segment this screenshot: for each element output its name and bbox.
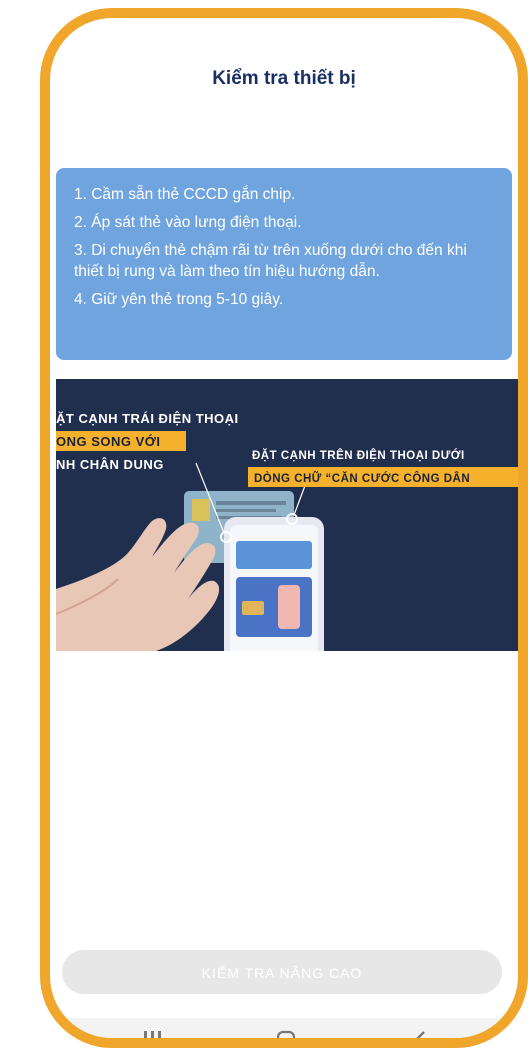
phone-frame: Kiểm tra thiết bị 1. Cầm sẵn thẻ CCCD gắ… — [40, 8, 528, 1048]
system-nav-bar — [50, 1018, 518, 1038]
instruction-step-4: 4. Giữ yên thẻ trong 5-10 giây. — [74, 291, 284, 308]
instruction-video[interactable]: ẶT CẠNH TRÁI ĐIỆN THOẠI ONG SONG VỚI NH … — [56, 379, 518, 651]
home-icon[interactable] — [276, 1030, 296, 1038]
instruction-step-1: 1. Cầm sẵn thẻ CCCD gắn chip. — [74, 186, 296, 203]
left-label-line2: ONG SONG VỚI — [56, 434, 161, 449]
instruction-step-3: 3. Di chuyển thẻ chậm rãi từ trên xuống … — [74, 242, 467, 280]
back-icon[interactable] — [412, 1030, 428, 1038]
instructions-panel: 1. Cầm sẵn thẻ CCCD gắn chip. 2. Áp sát … — [56, 168, 512, 360]
left-label-line1: ẶT CẠNH TRÁI ĐIỆN THOẠI — [56, 411, 239, 426]
phone-illustration — [224, 517, 324, 651]
right-label-line2: DÒNG CHỮ “CĂN CƯỚC CÔNG DÂN — [254, 472, 470, 485]
page-title: Kiểm tra thiết bị — [212, 68, 356, 89]
left-label-line3: NH CHÂN DUNG — [56, 457, 164, 472]
advanced-check-button[interactable]: KIỂM TRA NÂNG CAO — [62, 950, 502, 994]
instruction-step-2: 2. Áp sát thẻ vào lưng điện thoại. — [74, 214, 302, 231]
video-illustration: ẶT CẠNH TRÁI ĐIỆN THOẠI ONG SONG VỚI NH … — [56, 379, 518, 651]
right-label-line1: ĐẶT CẠNH TRÊN ĐIỆN THOẠI DƯỚI — [252, 449, 465, 462]
recent-apps-icon[interactable] — [142, 1030, 164, 1038]
